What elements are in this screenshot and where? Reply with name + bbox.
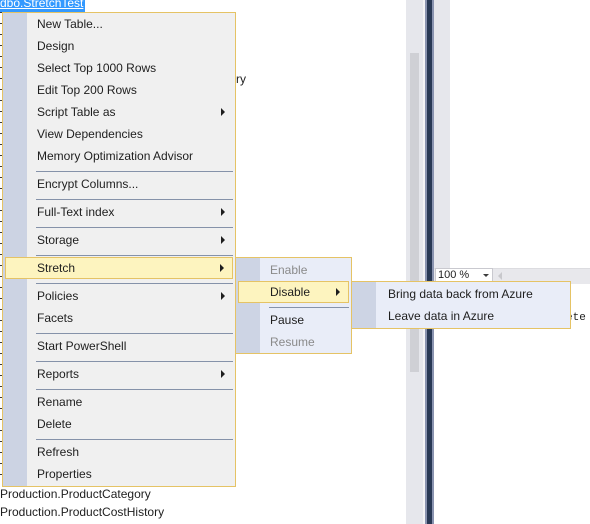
menu-item-edit-top-200-rows[interactable]: Edit Top 200 Rows	[3, 79, 235, 101]
tree-node-product-category[interactable]: Production.ProductCategory	[0, 485, 151, 503]
menu-separator	[36, 171, 233, 172]
menu-item-label: Pause	[270, 313, 305, 327]
menu-item-label: Full-Text index	[37, 205, 115, 219]
menu-item-memory-optimization-advisor[interactable]: Memory Optimization Advisor	[3, 145, 235, 167]
menu-item-label: Bring data back from Azure	[388, 287, 533, 301]
menu-item-select-top-1000-rows[interactable]: Select Top 1000 Rows	[3, 57, 235, 79]
menu-item-label: Resume	[270, 335, 315, 349]
zoom-level-value: 100 %	[438, 269, 470, 281]
menu-item-refresh[interactable]: Refresh	[3, 441, 235, 463]
menu-item-policies[interactable]: Policies	[3, 285, 235, 307]
menu-item-label: Policies	[37, 289, 79, 303]
menu-item-label: Select Top 1000 Rows	[37, 61, 157, 75]
menu-item-label: New Table...	[37, 17, 103, 31]
menu-separator	[36, 255, 233, 256]
menu-item-stretch[interactable]: Stretch	[5, 257, 233, 279]
menu-item-full-text-index[interactable]: Full-Text index	[3, 201, 235, 223]
submenu-arrow-icon	[221, 370, 225, 378]
chevron-down-icon	[483, 274, 489, 277]
menu-separator	[36, 227, 233, 228]
menu-item-label: Design	[37, 39, 75, 53]
scroll-left-arrow-icon[interactable]	[498, 272, 502, 280]
menu-item-design[interactable]: Design	[3, 35, 235, 57]
menu-item-delete[interactable]: Delete	[3, 413, 235, 435]
stretch-submenu: Enable Disable Pause Resume	[235, 257, 352, 354]
menu-item-label: Properties	[37, 467, 92, 481]
menu-item-pause[interactable]: Pause	[236, 309, 351, 331]
menu-item-label: Script Table as	[37, 105, 116, 119]
menu-item-label: Storage	[37, 233, 80, 247]
tree-node-product-cost-history[interactable]: Production.ProductCostHistory	[0, 503, 164, 521]
menu-item-leave-data-in-azure[interactable]: Leave data in Azure	[352, 305, 570, 327]
pane-splitter-inner	[427, 0, 432, 524]
disable-submenu: Bring data back from Azure Leave data in…	[351, 281, 571, 329]
menu-item-script-table-as[interactable]: Script Table as	[3, 101, 235, 123]
query-editor[interactable]	[450, 0, 590, 268]
menu-item-start-powershell[interactable]: Start PowerShell	[3, 335, 235, 357]
menu-item-label: Start PowerShell	[37, 339, 127, 353]
menu-separator	[36, 333, 233, 334]
menu-item-label: Leave data in Azure	[388, 309, 495, 323]
menu-item-disable[interactable]: Disable	[238, 281, 349, 303]
submenu-arrow-icon	[336, 288, 340, 296]
submenu-arrow-icon	[221, 208, 225, 216]
menu-item-rename[interactable]: Rename	[3, 391, 235, 413]
menu-item-label: Rename	[37, 395, 83, 409]
menu-separator	[36, 199, 233, 200]
menu-item-label: Stretch	[37, 261, 76, 275]
menu-item-resume[interactable]: Resume	[236, 331, 351, 353]
submenu-arrow-icon	[221, 108, 225, 116]
submenu-arrow-icon	[220, 264, 224, 272]
menu-separator	[36, 361, 233, 362]
menu-item-enable[interactable]: Enable	[236, 259, 351, 281]
menu-item-properties[interactable]: Properties	[3, 463, 235, 485]
menu-separator	[36, 389, 233, 390]
menu-item-label: View Dependencies	[37, 127, 143, 141]
menu-item-bring-data-back-from-azure[interactable]: Bring data back from Azure	[352, 283, 570, 305]
tree-node-selected-table[interactable]: dbo.StretchTest	[0, 0, 86, 12]
menu-item-label: Encrypt Columns...	[37, 177, 139, 191]
menu-item-reports[interactable]: Reports	[3, 363, 235, 385]
menu-item-label: Memory Optimization Advisor	[37, 149, 194, 163]
menu-item-view-dependencies[interactable]: View Dependencies	[3, 123, 235, 145]
table-context-menu: New Table... Design Select Top 1000 Rows…	[2, 12, 236, 487]
menu-item-new-table[interactable]: New Table...	[3, 13, 235, 35]
tree-node-partial-text: ry	[236, 72, 246, 86]
menu-item-label: Delete	[37, 417, 72, 431]
menu-separator	[269, 307, 349, 308]
menu-separator	[36, 283, 233, 284]
menu-item-label: Edit Top 200 Rows	[37, 83, 137, 97]
menu-separator	[36, 439, 233, 440]
menu-item-storage[interactable]: Storage	[3, 229, 235, 251]
submenu-arrow-icon	[221, 236, 225, 244]
submenu-arrow-icon	[221, 292, 225, 300]
menu-item-encrypt-columns[interactable]: Encrypt Columns...	[3, 173, 235, 195]
menu-item-facets[interactable]: Facets	[3, 307, 235, 329]
menu-item-label: Enable	[270, 263, 308, 277]
menu-item-label: Reports	[37, 367, 80, 381]
menu-item-label: Disable	[270, 285, 311, 299]
menu-item-label: Facets	[37, 311, 74, 325]
menu-item-label: Refresh	[37, 445, 80, 459]
